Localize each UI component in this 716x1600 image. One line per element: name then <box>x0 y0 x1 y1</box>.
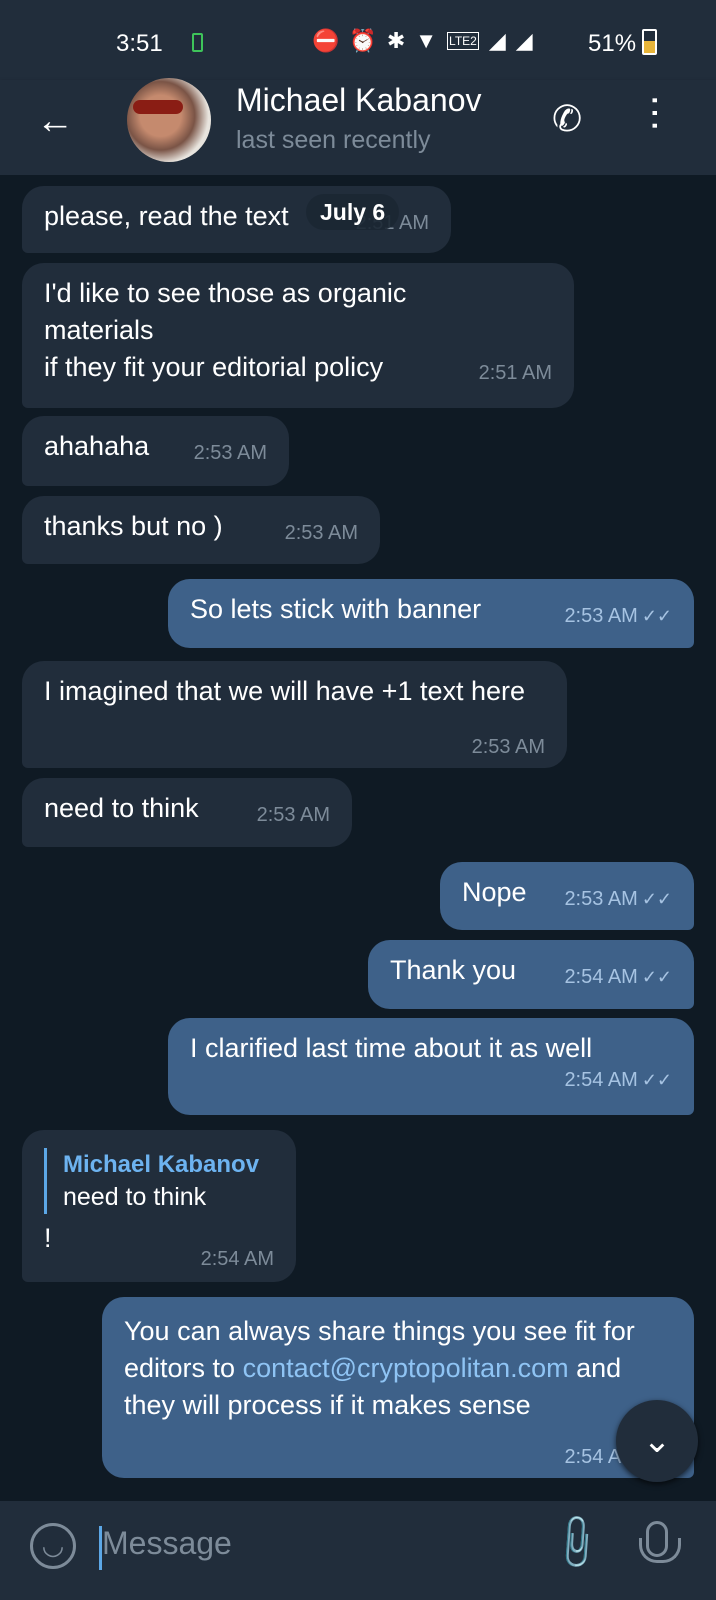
message-time: 2:53 AM <box>193 442 267 464</box>
message-time: 2:53 AM <box>284 522 358 544</box>
charging-icon <box>192 33 203 52</box>
chat-header: ← Michael Kabanov last seen recently ✆ ⋯ <box>0 78 716 175</box>
message-incoming[interactable]: 2:53 AM thanks but no ) <box>22 496 380 564</box>
double-check-icon: ✓✓ <box>641 889 672 909</box>
battery-icon <box>642 29 657 55</box>
message-text: ! <box>44 1223 52 1253</box>
contact-status: last seen recently <box>236 126 431 154</box>
message-text: ahahaha <box>44 431 150 461</box>
chevron-down-icon: ⌄ <box>642 1422 672 1460</box>
composer-bar: ◡ Message 📎 <box>0 1501 716 1600</box>
message-text: So lets stick with banner <box>190 594 482 624</box>
phone-icon[interactable]: ✆ <box>552 98 582 140</box>
message-incoming[interactable]: 2:53 AM need to think <box>22 778 352 847</box>
date-pill: July 6 <box>306 194 400 230</box>
message-incoming[interactable]: 2:53 AM I imagined that we will have +1 … <box>22 661 567 768</box>
message-outgoing[interactable]: You can always share things you see fit … <box>102 1297 694 1478</box>
message-text: You can always share things you see fit … <box>124 1316 635 1420</box>
message-time: 2:51 AM <box>478 362 552 384</box>
message-text: Thank you <box>390 955 517 985</box>
message-time: 2:54 AM✓✓ <box>564 966 672 988</box>
message-outgoing[interactable]: 2:54 AM ✓✓ Thank you <box>368 940 694 1009</box>
double-check-icon: ✓✓ <box>641 606 672 626</box>
reply-author: Michael Kabanov <box>63 1151 260 1178</box>
microphone-icon[interactable] <box>639 1521 681 1563</box>
message-text: need to think <box>44 793 199 823</box>
scroll-down-button[interactable]: ⌄ <box>616 1400 698 1482</box>
more-vert-icon[interactable]: ⋯ <box>634 94 676 132</box>
reply-quote[interactable]: Michael Kabanov need to think <box>44 1148 274 1214</box>
message-time: 2:53 AM <box>256 804 330 826</box>
back-arrow-icon[interactable]: ← <box>36 100 74 143</box>
message-time: 2:53 AM ✓✓ <box>564 888 672 910</box>
message-text: thanks but no ) <box>44 511 223 541</box>
signal-icon: ◢ <box>515 28 533 53</box>
message-time: 2:53 AM <box>471 736 545 758</box>
message-incoming[interactable]: Michael Kabanov need to think ! 2:54 AM <box>22 1130 296 1282</box>
message-text: Nope <box>462 877 527 907</box>
status-time: 3:51 <box>116 30 163 57</box>
alarm-icon: ⏰ <box>349 28 377 53</box>
avatar[interactable] <box>127 78 211 162</box>
message-outgoing[interactable]: 2:53 AM ✓✓ Nope <box>440 862 694 930</box>
reply-text: need to think <box>63 1183 207 1211</box>
message-text: please, read the text <box>44 201 289 231</box>
message-outgoing[interactable]: 2:53 AM ✓✓ So lets stick with banner <box>168 579 694 648</box>
bluetooth-icon: ✱ <box>386 28 406 53</box>
battery-percent: 51% <box>588 30 637 57</box>
contact-name[interactable]: Michael Kabanov <box>236 82 481 119</box>
double-check-icon: ✓✓ <box>641 1070 672 1090</box>
status-icons: ⛔ ⏰ ✱ ▼ LTE2 ◢ ◢ <box>312 28 533 54</box>
signal-roaming-icon: ◢ <box>488 28 506 53</box>
message-time: 2:54 AM✓✓ <box>564 1069 672 1091</box>
message-time: 2:54 AM <box>200 1248 274 1270</box>
message-text: I'd like to see those as organic materia… <box>44 278 407 382</box>
message-text: I imagined that we will have +1 text her… <box>44 676 526 706</box>
status-bar: 3:51 ⛔ ⏰ ✱ ▼ LTE2 ◢ ◢ 51% <box>0 0 716 80</box>
message-text: I clarified last time about it as well <box>190 1033 593 1063</box>
message-list[interactable]: July 6 2:51 AM please, read the text 2:5… <box>0 175 716 1501</box>
double-check-icon: ✓✓ <box>641 967 672 987</box>
attach-icon[interactable]: 📎 <box>543 1511 608 1576</box>
wifi-icon: ▼ <box>415 28 438 53</box>
volte2-icon: LTE2 <box>447 32 479 50</box>
message-outgoing[interactable]: I clarified last time about it as well 2… <box>168 1018 694 1115</box>
dnd-icon: ⛔ <box>312 28 340 53</box>
message-time: 2:53 AM ✓✓ <box>564 605 672 627</box>
message-incoming[interactable]: 2:51 AM I'd like to see those as organic… <box>22 263 574 408</box>
emoji-icon[interactable]: ◡ <box>30 1523 76 1569</box>
message-input[interactable]: Message <box>102 1525 232 1562</box>
email-link[interactable]: contact@cryptopolitan.com <box>243 1353 569 1383</box>
message-incoming[interactable]: 2:53 AM ahahaha <box>22 416 289 486</box>
